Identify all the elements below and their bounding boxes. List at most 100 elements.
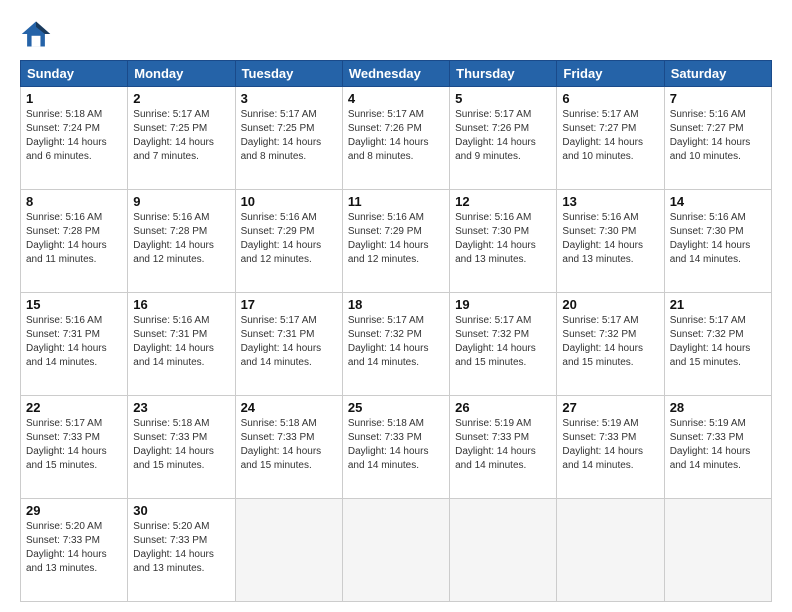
day-info: Sunrise: 5:17 AMSunset: 7:26 PMDaylight:… bbox=[348, 109, 429, 162]
day-number: 4 bbox=[348, 91, 444, 106]
calendar-cell: 3 Sunrise: 5:17 AMSunset: 7:25 PMDayligh… bbox=[235, 87, 342, 190]
calendar-cell: 7 Sunrise: 5:16 AMSunset: 7:27 PMDayligh… bbox=[664, 87, 771, 190]
header bbox=[20, 18, 772, 50]
calendar-cell: 24 Sunrise: 5:18 AMSunset: 7:33 PMDaylig… bbox=[235, 396, 342, 499]
header-wednesday: Wednesday bbox=[342, 61, 449, 87]
header-thursday: Thursday bbox=[450, 61, 557, 87]
calendar-cell: 9 Sunrise: 5:16 AMSunset: 7:28 PMDayligh… bbox=[128, 190, 235, 293]
calendar-cell: 15 Sunrise: 5:16 AMSunset: 7:31 PMDaylig… bbox=[21, 293, 128, 396]
calendar-cell bbox=[342, 499, 449, 602]
day-number: 30 bbox=[133, 503, 229, 518]
day-number: 24 bbox=[241, 400, 337, 415]
day-info: Sunrise: 5:16 AMSunset: 7:30 PMDaylight:… bbox=[455, 212, 536, 265]
day-number: 17 bbox=[241, 297, 337, 312]
day-info: Sunrise: 5:16 AMSunset: 7:29 PMDaylight:… bbox=[241, 212, 322, 265]
day-number: 15 bbox=[26, 297, 122, 312]
day-info: Sunrise: 5:17 AMSunset: 7:31 PMDaylight:… bbox=[241, 315, 322, 368]
day-number: 16 bbox=[133, 297, 229, 312]
calendar-cell bbox=[557, 499, 664, 602]
day-info: Sunrise: 5:16 AMSunset: 7:28 PMDaylight:… bbox=[26, 212, 107, 265]
day-number: 6 bbox=[562, 91, 658, 106]
day-info: Sunrise: 5:16 AMSunset: 7:31 PMDaylight:… bbox=[133, 315, 214, 368]
day-number: 20 bbox=[562, 297, 658, 312]
calendar-cell bbox=[235, 499, 342, 602]
header-saturday: Saturday bbox=[664, 61, 771, 87]
header-friday: Friday bbox=[557, 61, 664, 87]
day-number: 22 bbox=[26, 400, 122, 415]
week-row-5: 29 Sunrise: 5:20 AMSunset: 7:33 PMDaylig… bbox=[21, 499, 772, 602]
week-row-3: 15 Sunrise: 5:16 AMSunset: 7:31 PMDaylig… bbox=[21, 293, 772, 396]
calendar-cell: 11 Sunrise: 5:16 AMSunset: 7:29 PMDaylig… bbox=[342, 190, 449, 293]
header-tuesday: Tuesday bbox=[235, 61, 342, 87]
calendar-cell: 16 Sunrise: 5:16 AMSunset: 7:31 PMDaylig… bbox=[128, 293, 235, 396]
day-number: 11 bbox=[348, 194, 444, 209]
calendar-cell: 23 Sunrise: 5:18 AMSunset: 7:33 PMDaylig… bbox=[128, 396, 235, 499]
day-number: 28 bbox=[670, 400, 766, 415]
day-number: 10 bbox=[241, 194, 337, 209]
calendar-cell: 13 Sunrise: 5:16 AMSunset: 7:30 PMDaylig… bbox=[557, 190, 664, 293]
day-info: Sunrise: 5:20 AMSunset: 7:33 PMDaylight:… bbox=[26, 521, 107, 574]
calendar-cell: 26 Sunrise: 5:19 AMSunset: 7:33 PMDaylig… bbox=[450, 396, 557, 499]
week-row-4: 22 Sunrise: 5:17 AMSunset: 7:33 PMDaylig… bbox=[21, 396, 772, 499]
day-number: 7 bbox=[670, 91, 766, 106]
day-info: Sunrise: 5:16 AMSunset: 7:30 PMDaylight:… bbox=[562, 212, 643, 265]
calendar-cell bbox=[664, 499, 771, 602]
week-row-1: 1 Sunrise: 5:18 AMSunset: 7:24 PMDayligh… bbox=[21, 87, 772, 190]
day-info: Sunrise: 5:18 AMSunset: 7:33 PMDaylight:… bbox=[348, 418, 429, 471]
header-sunday: Sunday bbox=[21, 61, 128, 87]
calendar-cell: 28 Sunrise: 5:19 AMSunset: 7:33 PMDaylig… bbox=[664, 396, 771, 499]
day-info: Sunrise: 5:17 AMSunset: 7:33 PMDaylight:… bbox=[26, 418, 107, 471]
calendar-cell: 6 Sunrise: 5:17 AMSunset: 7:27 PMDayligh… bbox=[557, 87, 664, 190]
day-info: Sunrise: 5:18 AMSunset: 7:33 PMDaylight:… bbox=[133, 418, 214, 471]
day-info: Sunrise: 5:18 AMSunset: 7:33 PMDaylight:… bbox=[241, 418, 322, 471]
header-monday: Monday bbox=[128, 61, 235, 87]
day-number: 13 bbox=[562, 194, 658, 209]
calendar-cell bbox=[450, 499, 557, 602]
calendar-cell: 12 Sunrise: 5:16 AMSunset: 7:30 PMDaylig… bbox=[450, 190, 557, 293]
calendar-cell: 5 Sunrise: 5:17 AMSunset: 7:26 PMDayligh… bbox=[450, 87, 557, 190]
day-number: 1 bbox=[26, 91, 122, 106]
calendar-cell: 2 Sunrise: 5:17 AMSunset: 7:25 PMDayligh… bbox=[128, 87, 235, 190]
calendar-cell: 19 Sunrise: 5:17 AMSunset: 7:32 PMDaylig… bbox=[450, 293, 557, 396]
day-number: 14 bbox=[670, 194, 766, 209]
calendar-cell: 8 Sunrise: 5:16 AMSunset: 7:28 PMDayligh… bbox=[21, 190, 128, 293]
day-info: Sunrise: 5:20 AMSunset: 7:33 PMDaylight:… bbox=[133, 521, 214, 574]
day-info: Sunrise: 5:17 AMSunset: 7:27 PMDaylight:… bbox=[562, 109, 643, 162]
day-number: 25 bbox=[348, 400, 444, 415]
day-info: Sunrise: 5:17 AMSunset: 7:32 PMDaylight:… bbox=[455, 315, 536, 368]
day-info: Sunrise: 5:17 AMSunset: 7:25 PMDaylight:… bbox=[241, 109, 322, 162]
day-number: 29 bbox=[26, 503, 122, 518]
day-info: Sunrise: 5:18 AMSunset: 7:24 PMDaylight:… bbox=[26, 109, 107, 162]
calendar-cell: 1 Sunrise: 5:18 AMSunset: 7:24 PMDayligh… bbox=[21, 87, 128, 190]
calendar-cell: 10 Sunrise: 5:16 AMSunset: 7:29 PMDaylig… bbox=[235, 190, 342, 293]
calendar-cell: 14 Sunrise: 5:16 AMSunset: 7:30 PMDaylig… bbox=[664, 190, 771, 293]
calendar-cell: 4 Sunrise: 5:17 AMSunset: 7:26 PMDayligh… bbox=[342, 87, 449, 190]
calendar-cell: 20 Sunrise: 5:17 AMSunset: 7:32 PMDaylig… bbox=[557, 293, 664, 396]
day-info: Sunrise: 5:17 AMSunset: 7:26 PMDaylight:… bbox=[455, 109, 536, 162]
logo bbox=[20, 18, 56, 50]
day-number: 26 bbox=[455, 400, 551, 415]
page: SundayMondayTuesdayWednesdayThursdayFrid… bbox=[0, 0, 792, 612]
day-number: 5 bbox=[455, 91, 551, 106]
day-info: Sunrise: 5:19 AMSunset: 7:33 PMDaylight:… bbox=[670, 418, 751, 471]
day-number: 2 bbox=[133, 91, 229, 106]
calendar-header-row: SundayMondayTuesdayWednesdayThursdayFrid… bbox=[21, 61, 772, 87]
day-info: Sunrise: 5:16 AMSunset: 7:31 PMDaylight:… bbox=[26, 315, 107, 368]
calendar-table: SundayMondayTuesdayWednesdayThursdayFrid… bbox=[20, 60, 772, 602]
day-number: 18 bbox=[348, 297, 444, 312]
day-number: 23 bbox=[133, 400, 229, 415]
day-number: 12 bbox=[455, 194, 551, 209]
calendar-cell: 17 Sunrise: 5:17 AMSunset: 7:31 PMDaylig… bbox=[235, 293, 342, 396]
day-info: Sunrise: 5:16 AMSunset: 7:27 PMDaylight:… bbox=[670, 109, 751, 162]
day-info: Sunrise: 5:19 AMSunset: 7:33 PMDaylight:… bbox=[455, 418, 536, 471]
calendar-cell: 18 Sunrise: 5:17 AMSunset: 7:32 PMDaylig… bbox=[342, 293, 449, 396]
day-number: 27 bbox=[562, 400, 658, 415]
calendar-cell: 21 Sunrise: 5:17 AMSunset: 7:32 PMDaylig… bbox=[664, 293, 771, 396]
calendar-cell: 27 Sunrise: 5:19 AMSunset: 7:33 PMDaylig… bbox=[557, 396, 664, 499]
day-info: Sunrise: 5:17 AMSunset: 7:32 PMDaylight:… bbox=[348, 315, 429, 368]
calendar-cell: 25 Sunrise: 5:18 AMSunset: 7:33 PMDaylig… bbox=[342, 396, 449, 499]
day-number: 8 bbox=[26, 194, 122, 209]
day-info: Sunrise: 5:16 AMSunset: 7:30 PMDaylight:… bbox=[670, 212, 751, 265]
day-info: Sunrise: 5:16 AMSunset: 7:29 PMDaylight:… bbox=[348, 212, 429, 265]
logo-icon bbox=[20, 18, 52, 50]
